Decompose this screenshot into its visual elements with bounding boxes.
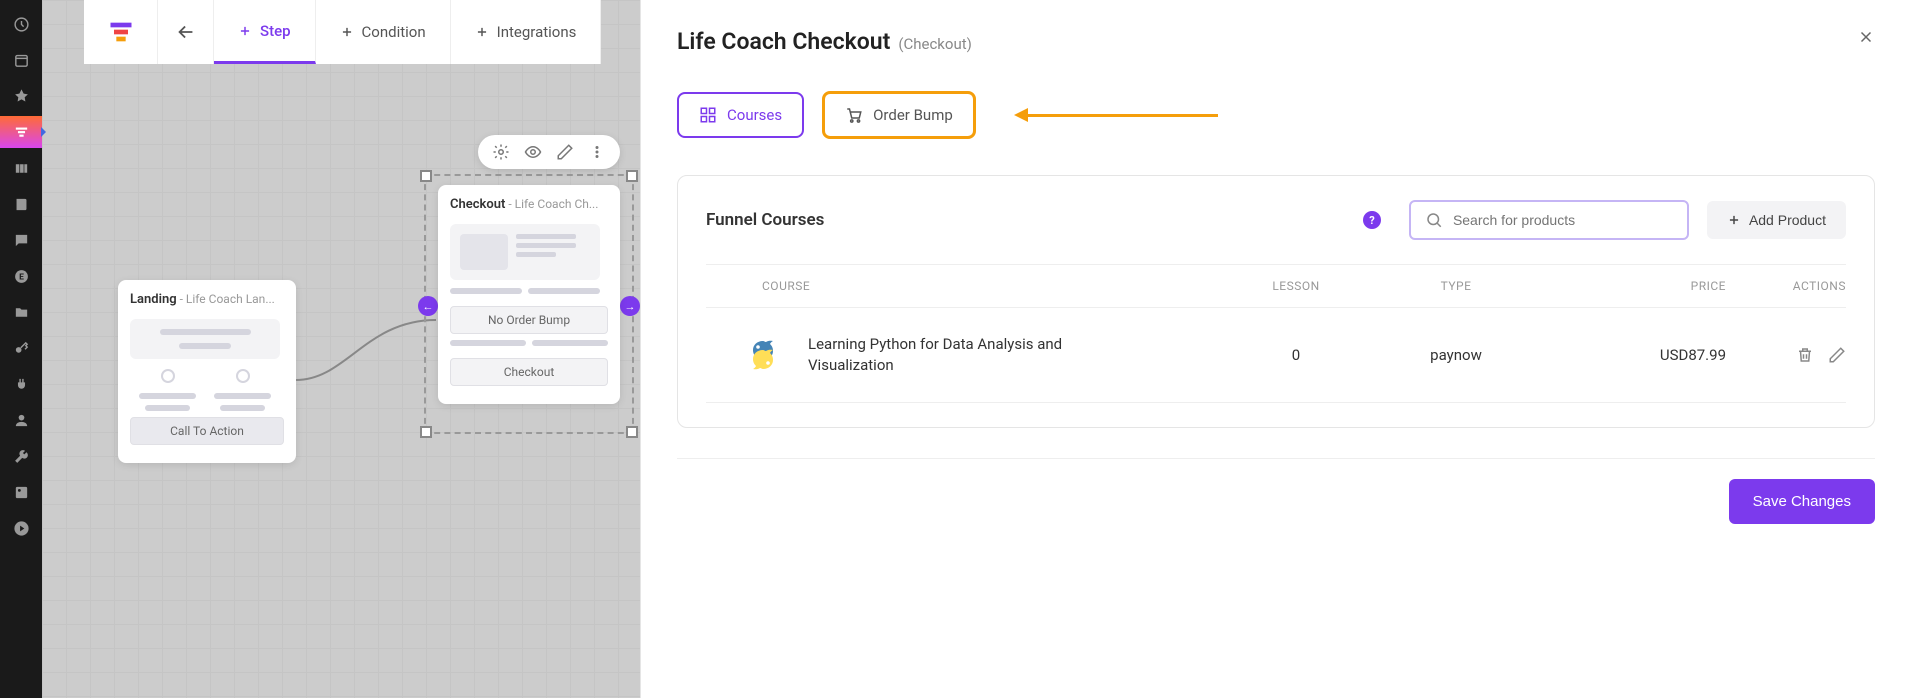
node-cta-button[interactable]: Call To Action [130, 417, 284, 445]
section-title: Funnel Courses [706, 210, 824, 230]
tab-condition[interactable]: Condition [316, 0, 451, 64]
canvas-node-checkout[interactable]: Checkout - Life Coach Ch... No Order Bum… [438, 185, 620, 404]
sidebar-play[interactable] [0, 512, 42, 544]
plus-icon [475, 25, 489, 39]
add-product-button[interactable]: Add Product [1707, 201, 1846, 239]
edit-icon[interactable] [1828, 346, 1846, 364]
panel-subtitle: (Checkout) [898, 35, 972, 53]
th-lesson: Lesson [1226, 279, 1366, 293]
pill-order-bump-label: Order Bump [873, 106, 953, 124]
tab-condition-label: Condition [362, 23, 426, 41]
cell-lesson: 0 [1226, 346, 1366, 364]
th-price: Price [1546, 279, 1726, 293]
tab-step-label: Step [260, 22, 291, 40]
connector-out[interactable]: → [620, 296, 640, 316]
pill-courses-label: Courses [727, 106, 782, 124]
pill-courses[interactable]: Courses [677, 92, 804, 138]
cart-icon [845, 106, 863, 124]
sidebar-folder[interactable] [0, 296, 42, 328]
search-input[interactable] [1453, 212, 1673, 228]
sidebar-funnel[interactable] [0, 116, 42, 148]
plus-icon [340, 25, 354, 39]
node-checkout-title: Checkout - Life Coach Ch... [450, 197, 608, 212]
sidebar: E [0, 0, 42, 698]
plus-icon [238, 24, 252, 38]
sidebar-element[interactable]: E [0, 260, 42, 292]
table-row: Learning Python for Data Analysis and Vi… [706, 308, 1846, 403]
th-type: Type [1366, 279, 1546, 293]
sidebar-plug[interactable] [0, 368, 42, 400]
connector-in[interactable]: ← [418, 296, 438, 316]
add-product-label: Add Product [1749, 212, 1826, 228]
node-more-icon[interactable] [588, 143, 606, 161]
sidebar-dashboard[interactable] [0, 8, 42, 40]
node-checkout-button[interactable]: Checkout [450, 358, 608, 386]
node-edit-icon[interactable] [556, 143, 574, 161]
save-button[interactable]: Save Changes [1729, 479, 1875, 524]
course-name: Learning Python for Data Analysis and Vi… [808, 334, 1088, 376]
sidebar-key[interactable] [0, 332, 42, 364]
sidebar-pin[interactable] [0, 80, 42, 112]
arrow-indicator [1014, 108, 1218, 122]
top-toolbar: Step Condition Integrations [84, 0, 601, 64]
th-course: Course [706, 279, 1226, 293]
content-card: Funnel Courses ? Add Product Course Less… [677, 175, 1875, 428]
node-settings-icon[interactable] [492, 143, 510, 161]
canvas-node-landing[interactable]: Landing - Life Coach Lan... Call To Acti… [118, 280, 296, 463]
tab-pills: Courses Order Bump [677, 91, 1875, 139]
help-badge[interactable]: ? [1363, 211, 1381, 229]
sidebar-courses[interactable] [0, 152, 42, 184]
panel-close-button[interactable] [1857, 28, 1875, 50]
connector-line [296, 310, 436, 390]
tab-integrations-label: Integrations [497, 23, 577, 41]
th-actions: Actions [1726, 279, 1846, 293]
products-table: Course Lesson Type Price Actions Learnin… [706, 264, 1846, 403]
delete-icon[interactable] [1796, 346, 1814, 364]
no-order-bump-label: No Order Bump [450, 306, 608, 334]
canvas-area: Step Condition Integrations Landing - Li… [42, 0, 640, 698]
cell-type: paynow [1366, 346, 1546, 364]
tab-step[interactable]: Step [214, 0, 316, 64]
back-button[interactable] [158, 0, 214, 64]
grid-icon [699, 106, 717, 124]
sidebar-wrench[interactable] [0, 440, 42, 472]
sidebar-image[interactable] [0, 476, 42, 508]
pill-order-bump[interactable]: Order Bump [822, 91, 976, 139]
node-preview-icon[interactable] [524, 143, 542, 161]
sidebar-user[interactable] [0, 404, 42, 436]
panel-title: Life Coach Checkout [677, 28, 890, 55]
node-landing-title: Landing - Life Coach Lan... [130, 292, 284, 307]
course-thumbnail [736, 328, 790, 382]
close-icon [1857, 28, 1875, 46]
tab-integrations[interactable]: Integrations [451, 0, 602, 64]
sidebar-calendar[interactable] [0, 44, 42, 76]
node-toolbar [478, 135, 620, 169]
sidebar-chat[interactable] [0, 224, 42, 256]
plus-icon [1727, 213, 1741, 227]
sidebar-book[interactable] [0, 188, 42, 220]
search-icon [1425, 211, 1443, 229]
svg-text:E: E [19, 272, 24, 282]
cell-price: USD87.99 [1546, 346, 1726, 364]
search-input-wrap[interactable] [1409, 200, 1689, 240]
right-panel: Life Coach Checkout (Checkout) Courses O… [640, 0, 1911, 698]
funnel-logo[interactable] [84, 0, 158, 64]
